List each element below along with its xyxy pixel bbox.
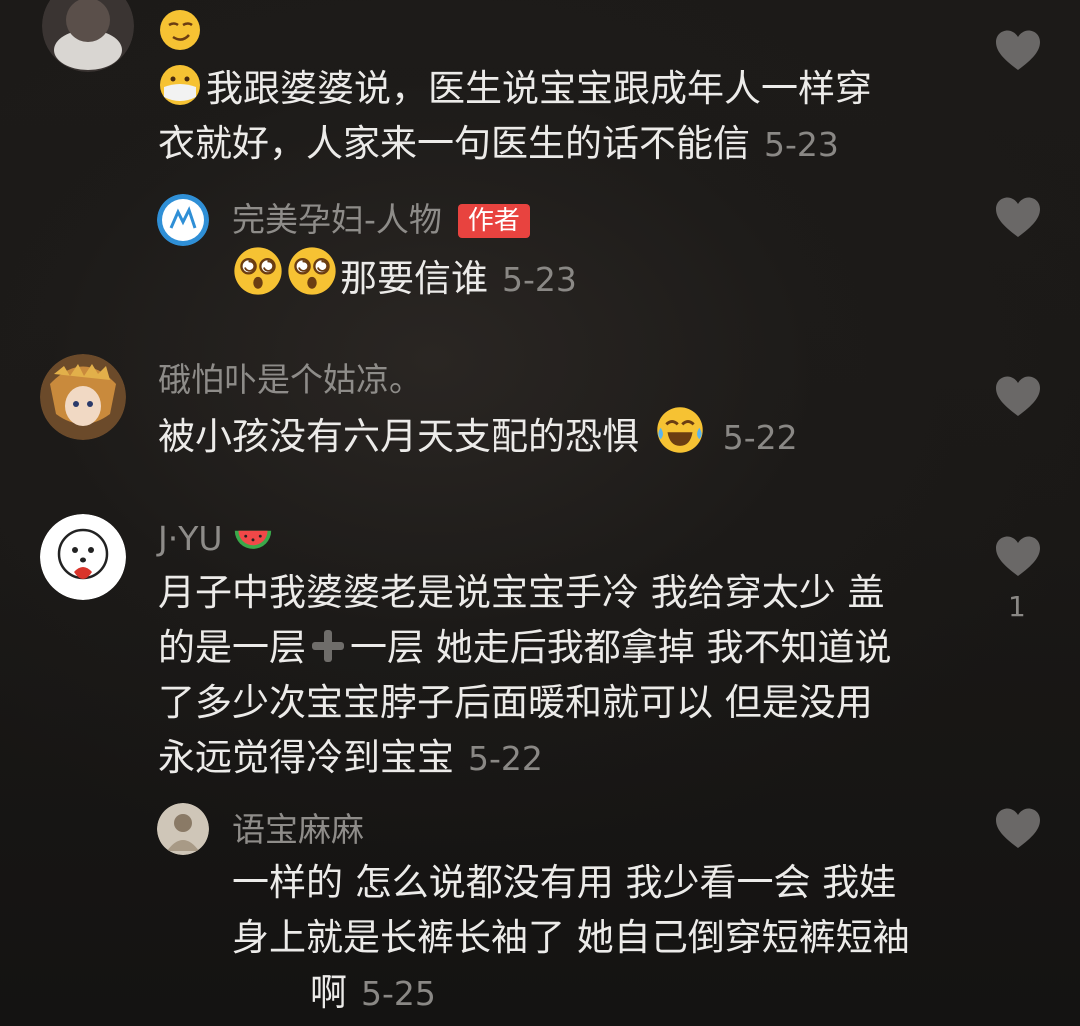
- dizzy-face-emoji: [232, 245, 284, 297]
- comment-text: 月子中我婆婆老是说宝宝手冷 我给穿太少 盖 的是一层 一层 她走后我都拿掉 我不知…: [158, 571, 892, 779]
- heart-icon: [996, 536, 1040, 576]
- heart-icon: [996, 30, 1040, 70]
- username[interactable]: J·YU: [158, 518, 277, 559]
- comment-text: 被小孩没有六月天支配的恐惧 5-22: [158, 405, 798, 465]
- username[interactable]: 完美孕妇-人物 作者: [232, 200, 530, 240]
- like-button[interactable]: [995, 808, 1041, 850]
- like-button[interactable]: [995, 197, 1041, 239]
- plus-icon: [310, 628, 346, 664]
- like-button[interactable]: [995, 30, 1041, 72]
- like-button[interactable]: [995, 536, 1041, 578]
- heart-icon: [996, 376, 1040, 416]
- comment-list: 我跟婆婆说，医生说宝宝跟成年人一样穿 衣就好，人家来一句医生的话不能信 5-23 …: [0, 0, 1080, 1026]
- timestamp: 5-22: [722, 418, 798, 457]
- heart-icon: [996, 808, 1040, 848]
- avatar[interactable]: [157, 803, 209, 855]
- timestamp: 5-23: [502, 260, 577, 299]
- like-button[interactable]: [995, 376, 1041, 418]
- comment-line: 我跟婆婆说，医生说宝宝跟成年人一样穿: [206, 67, 872, 110]
- like-count: 1: [1008, 590, 1026, 623]
- avatar[interactable]: [40, 354, 126, 440]
- username[interactable]: 硪怕卟是个姑凉。: [158, 360, 422, 400]
- comment-line: 衣就好，人家来一句医生的话不能信: [158, 122, 750, 165]
- smirk-emoji: [158, 8, 202, 52]
- avatar[interactable]: [40, 514, 126, 600]
- timestamp: 5-25: [361, 974, 436, 1013]
- username[interactable]: 语宝麻麻: [232, 810, 364, 850]
- author-badge: 作者: [457, 204, 530, 238]
- tears-of-joy-emoji: [655, 405, 705, 455]
- comment-text: 那要信谁 5-23: [232, 245, 577, 307]
- avatar[interactable]: [42, 0, 134, 72]
- heart-icon: [996, 197, 1040, 237]
- dizzy-face-emoji: [286, 245, 338, 297]
- timestamp: 5-22: [468, 739, 543, 778]
- comment-text: 我跟婆婆说，医生说宝宝跟成年人一样穿 衣就好，人家来一句医生的话不能信 5-23: [158, 6, 958, 172]
- comment-text: 一样的 怎么说都没有用 我少看一会 我娃 身上就是长裤长袖了 她自己倒穿短裤短袖…: [232, 861, 910, 1014]
- avatar[interactable]: [157, 194, 209, 246]
- mask-emoji: [158, 63, 202, 107]
- watermelon-emoji: [233, 518, 273, 558]
- timestamp: 5-23: [764, 125, 839, 164]
